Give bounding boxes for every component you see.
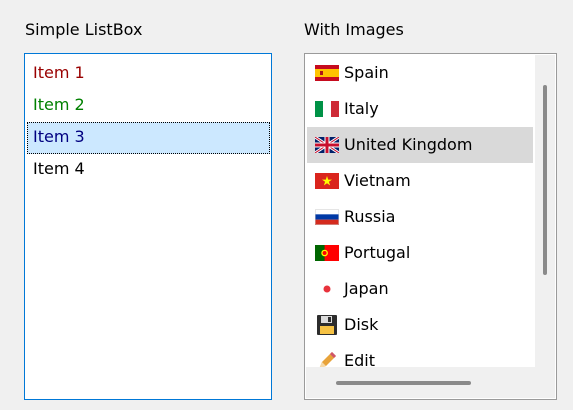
image-list-item-spain[interactable]: Spain: [307, 55, 533, 91]
image-list-item-russia[interactable]: Russia: [307, 199, 533, 235]
simple-listbox[interactable]: Item 1 Item 2 Item 3 Item 4: [24, 53, 272, 400]
simple-list-item-1[interactable]: Item 1: [27, 58, 270, 90]
vertical-scrollbar-thumb[interactable]: [543, 85, 547, 275]
russia-flag-icon: [315, 209, 339, 225]
image-listbox[interactable]: Spain Italy United Kingdom Vietnam Russi…: [304, 53, 557, 400]
simple-list-item-2[interactable]: Item 2: [27, 90, 270, 122]
portugal-flag-icon: [315, 245, 339, 261]
image-list-item-label: Spain: [344, 63, 389, 82]
simple-listbox-label: Simple ListBox: [25, 20, 143, 39]
image-list-item-label: Vietnam: [344, 171, 411, 190]
image-list-item-japan[interactable]: Japan: [307, 271, 533, 307]
image-list-item-label: Disk: [344, 315, 379, 334]
image-list-item-italy[interactable]: Italy: [307, 91, 533, 127]
japan-flag-icon: [315, 281, 339, 297]
image-list-item-label: Russia: [344, 207, 396, 226]
image-list-item-vietnam[interactable]: Vietnam: [307, 163, 533, 199]
simple-list-item-4[interactable]: Item 4: [27, 154, 270, 186]
image-list-item-label: Japan: [344, 279, 389, 298]
vietnam-flag-icon: [315, 173, 339, 189]
image-list-item-label: United Kingdom: [344, 135, 473, 154]
uk-flag-icon: [315, 137, 339, 153]
horizontal-scrollbar[interactable]: [306, 367, 536, 398]
image-list-item-label: Italy: [344, 99, 379, 118]
spain-flag-icon: [315, 65, 339, 81]
italy-flag-icon: [315, 101, 339, 117]
image-list-item-portugal[interactable]: Portugal: [307, 235, 533, 271]
vertical-scrollbar[interactable]: [535, 55, 555, 368]
image-listbox-label: With Images: [304, 20, 404, 39]
simple-list-item-3[interactable]: Item 3: [27, 122, 270, 154]
scrollbar-corner: [534, 367, 555, 398]
image-list-item-label: Portugal: [344, 243, 411, 262]
horizontal-scrollbar-thumb[interactable]: [336, 381, 471, 385]
image-list-item-united-kingdom[interactable]: United Kingdom: [307, 127, 533, 163]
floppy-disk-icon: [315, 315, 339, 335]
image-list-item-disk[interactable]: Disk: [307, 307, 533, 343]
